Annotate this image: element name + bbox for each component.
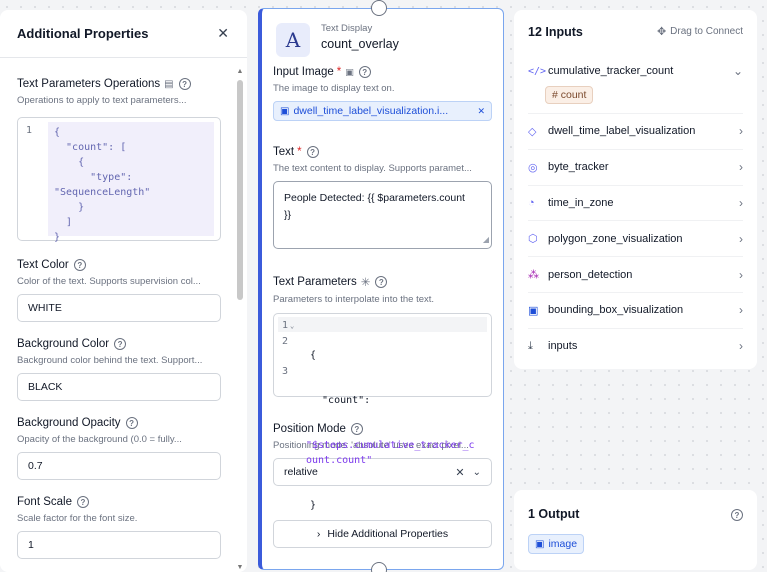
background-opacity-label: Background Opacity ? <box>17 417 221 429</box>
help-icon[interactable]: ? <box>73 259 86 271</box>
background-opacity-input[interactable]: 0.7 <box>17 452 221 480</box>
hexagon-icon: ⬡ <box>528 233 538 246</box>
drag-to-connect: ✥ Drag to Connect <box>656 26 743 38</box>
operations-code: { "count": [ { "type": "SequenceLength" … <box>48 122 214 243</box>
panel-title: Additional Properties <box>17 26 149 41</box>
text-parameters-code-editor[interactable]: 1 ⌄ 2 3 { "count": "$steps.cumulative_tra… <box>273 313 492 511</box>
fold-icon[interactable]: ⌄ <box>290 322 294 330</box>
chevron-right-icon[interactable]: › <box>739 196 743 210</box>
help-icon[interactable]: ? <box>731 509 743 521</box>
text-parameters-desc: Parameters to interpolate into the text. <box>273 294 435 305</box>
line-number: 1 <box>26 125 33 136</box>
font-scale-input[interactable]: 1 <box>17 531 221 559</box>
help-icon[interactable]: ? <box>306 146 319 158</box>
remove-icon[interactable]: ✕ <box>477 106 485 117</box>
font-scale-label: Font Scale ? <box>17 496 221 508</box>
help-icon[interactable]: ? <box>125 417 138 429</box>
node-body: Input Image * ▣ ? The image to display te… <box>273 66 492 548</box>
inputs-list: </> cumulative_tracker_count ⌄ # count ◇… <box>514 53 757 364</box>
image-icon: ▣ <box>345 66 354 77</box>
help-icon[interactable]: ? <box>358 66 371 78</box>
input-item-inputs[interactable]: ⤓ inputs › <box>528 327 743 364</box>
chevron-right-icon[interactable]: › <box>739 303 743 317</box>
text-textarea[interactable]: People Detected: {{ $parameters.count }}… <box>273 181 492 249</box>
input-item-byte-tracker[interactable]: ◎ byte_tracker › <box>528 148 743 185</box>
input-item-dwell-time-label-visualization[interactable]: ◇ dwell_time_label_visualization › <box>528 113 743 149</box>
input-item-person-detection[interactable]: ⁂ person_detection › <box>528 256 743 292</box>
text-color-label: Text Color ? <box>17 259 221 271</box>
chevron-right-icon[interactable]: › <box>739 124 743 138</box>
outputs-title: 1 Output <box>528 507 580 521</box>
inputs-header: 12 Inputs ✥ Drag to Connect <box>514 10 757 53</box>
image-box-icon: ▣ <box>528 304 539 317</box>
text-color-desc: Color of the text. Supports supervision … <box>17 276 201 287</box>
outputs-panel: 1 Output ? ▣ image <box>514 490 757 570</box>
inputs-panel: 12 Inputs ✥ Drag to Connect </> cumulati… <box>514 10 757 369</box>
tag-icon: ◇ <box>528 125 537 138</box>
move-icon: ✥ <box>656 26 667 38</box>
operations-code-editor[interactable]: 1 { "count": [ { "type": "SequenceLength… <box>17 117 221 243</box>
help-icon[interactable]: ? <box>178 78 191 90</box>
output-image-chip[interactable]: ▣ image <box>528 534 585 554</box>
node-output-handle[interactable] <box>371 562 387 572</box>
panel-header: Additional Properties ✕ <box>0 10 247 58</box>
text-display-icon: A <box>276 23 310 57</box>
input-image-chip[interactable]: ▣ dwell_time_label_visualization.i... ✕ <box>273 101 492 121</box>
input-image-label: Input Image * ▣ ? <box>273 66 492 78</box>
text-display-node[interactable]: A Text Display count_overlay Input Image… <box>258 8 504 570</box>
background-color-input[interactable]: BLACK <box>17 373 221 401</box>
node-type: Text Display <box>321 23 373 34</box>
help-icon[interactable]: ? <box>76 496 89 508</box>
input-item-time-in-zone[interactable]: ◔ time_in_zone › <box>528 184 743 221</box>
input-item-polygon-zone-visualization[interactable]: ⬡ polygon_zone_visualization › <box>528 220 743 256</box>
inputs-title: 12 Inputs <box>528 24 583 39</box>
chevron-right-icon[interactable]: › <box>739 160 743 174</box>
target-icon: ◎ <box>528 161 538 174</box>
node-input-handle[interactable] <box>371 0 387 16</box>
help-icon[interactable]: ? <box>375 276 388 288</box>
nodes-icon: ⁂ <box>528 269 539 282</box>
image-icon: ▣ <box>535 538 545 550</box>
timer-icon: ◔ <box>528 196 535 209</box>
chevron-down-icon[interactable]: ⌄ <box>733 64 743 78</box>
background-opacity-desc: Opacity of the background (0.0 = fully..… <box>17 434 182 445</box>
additional-properties-panel: Additional Properties ✕ Text Parameters … <box>0 10 247 572</box>
input-item-bounding-box-visualization[interactable]: ▣ bounding_box_visualization › <box>528 291 743 328</box>
input-image-desc: The image to display text on. <box>273 83 395 94</box>
text-parameters-operations-desc: Operations to apply to text parameters..… <box>17 95 187 106</box>
code-icon: </> <box>528 65 547 77</box>
scrollbar[interactable]: ▲ ▼ <box>236 68 244 571</box>
background-color-desc: Background color behind the text. Suppor… <box>17 355 203 366</box>
node-header: A Text Display count_overlay <box>276 23 399 57</box>
chevron-right-icon[interactable]: › <box>739 232 743 246</box>
scrollbar-thumb[interactable] <box>237 80 243 300</box>
help-icon[interactable]: ? <box>114 338 127 350</box>
scroll-down-icon[interactable]: ▼ <box>236 564 244 572</box>
text-parameters-operations-label: Text Parameters Operations ▤ ? <box>17 78 221 90</box>
stack-icon: ▤ <box>164 78 174 90</box>
input-item-cumulative-tracker-count[interactable]: </> cumulative_tracker_count ⌄ <box>528 53 743 89</box>
scroll-up-icon[interactable]: ▲ <box>236 68 244 76</box>
text-desc: The text content to display. Supports pa… <box>273 163 472 174</box>
font-scale-desc: Scale factor for the font size. <box>17 513 138 524</box>
node-name: count_overlay <box>321 37 399 51</box>
download-icon: ⤓ <box>528 339 533 352</box>
text-parameters-label: Text Parameters ✳ ? <box>273 275 492 289</box>
close-icon[interactable]: ✕ <box>217 25 229 42</box>
chevron-right-icon[interactable]: › <box>739 268 743 282</box>
resize-handle-icon[interactable]: ◢ <box>483 231 489 248</box>
chevron-right-icon[interactable]: › <box>739 339 743 353</box>
text-color-input[interactable]: WHITE <box>17 294 221 322</box>
properties-list: Text Parameters Operations ▤ ? Operation… <box>17 58 221 559</box>
image-icon: ▣ <box>280 105 290 117</box>
background-color-label: Background Color ? <box>17 338 221 350</box>
text-label: Text * ? <box>273 146 492 158</box>
asterisk-icon: ✳ <box>360 277 371 289</box>
